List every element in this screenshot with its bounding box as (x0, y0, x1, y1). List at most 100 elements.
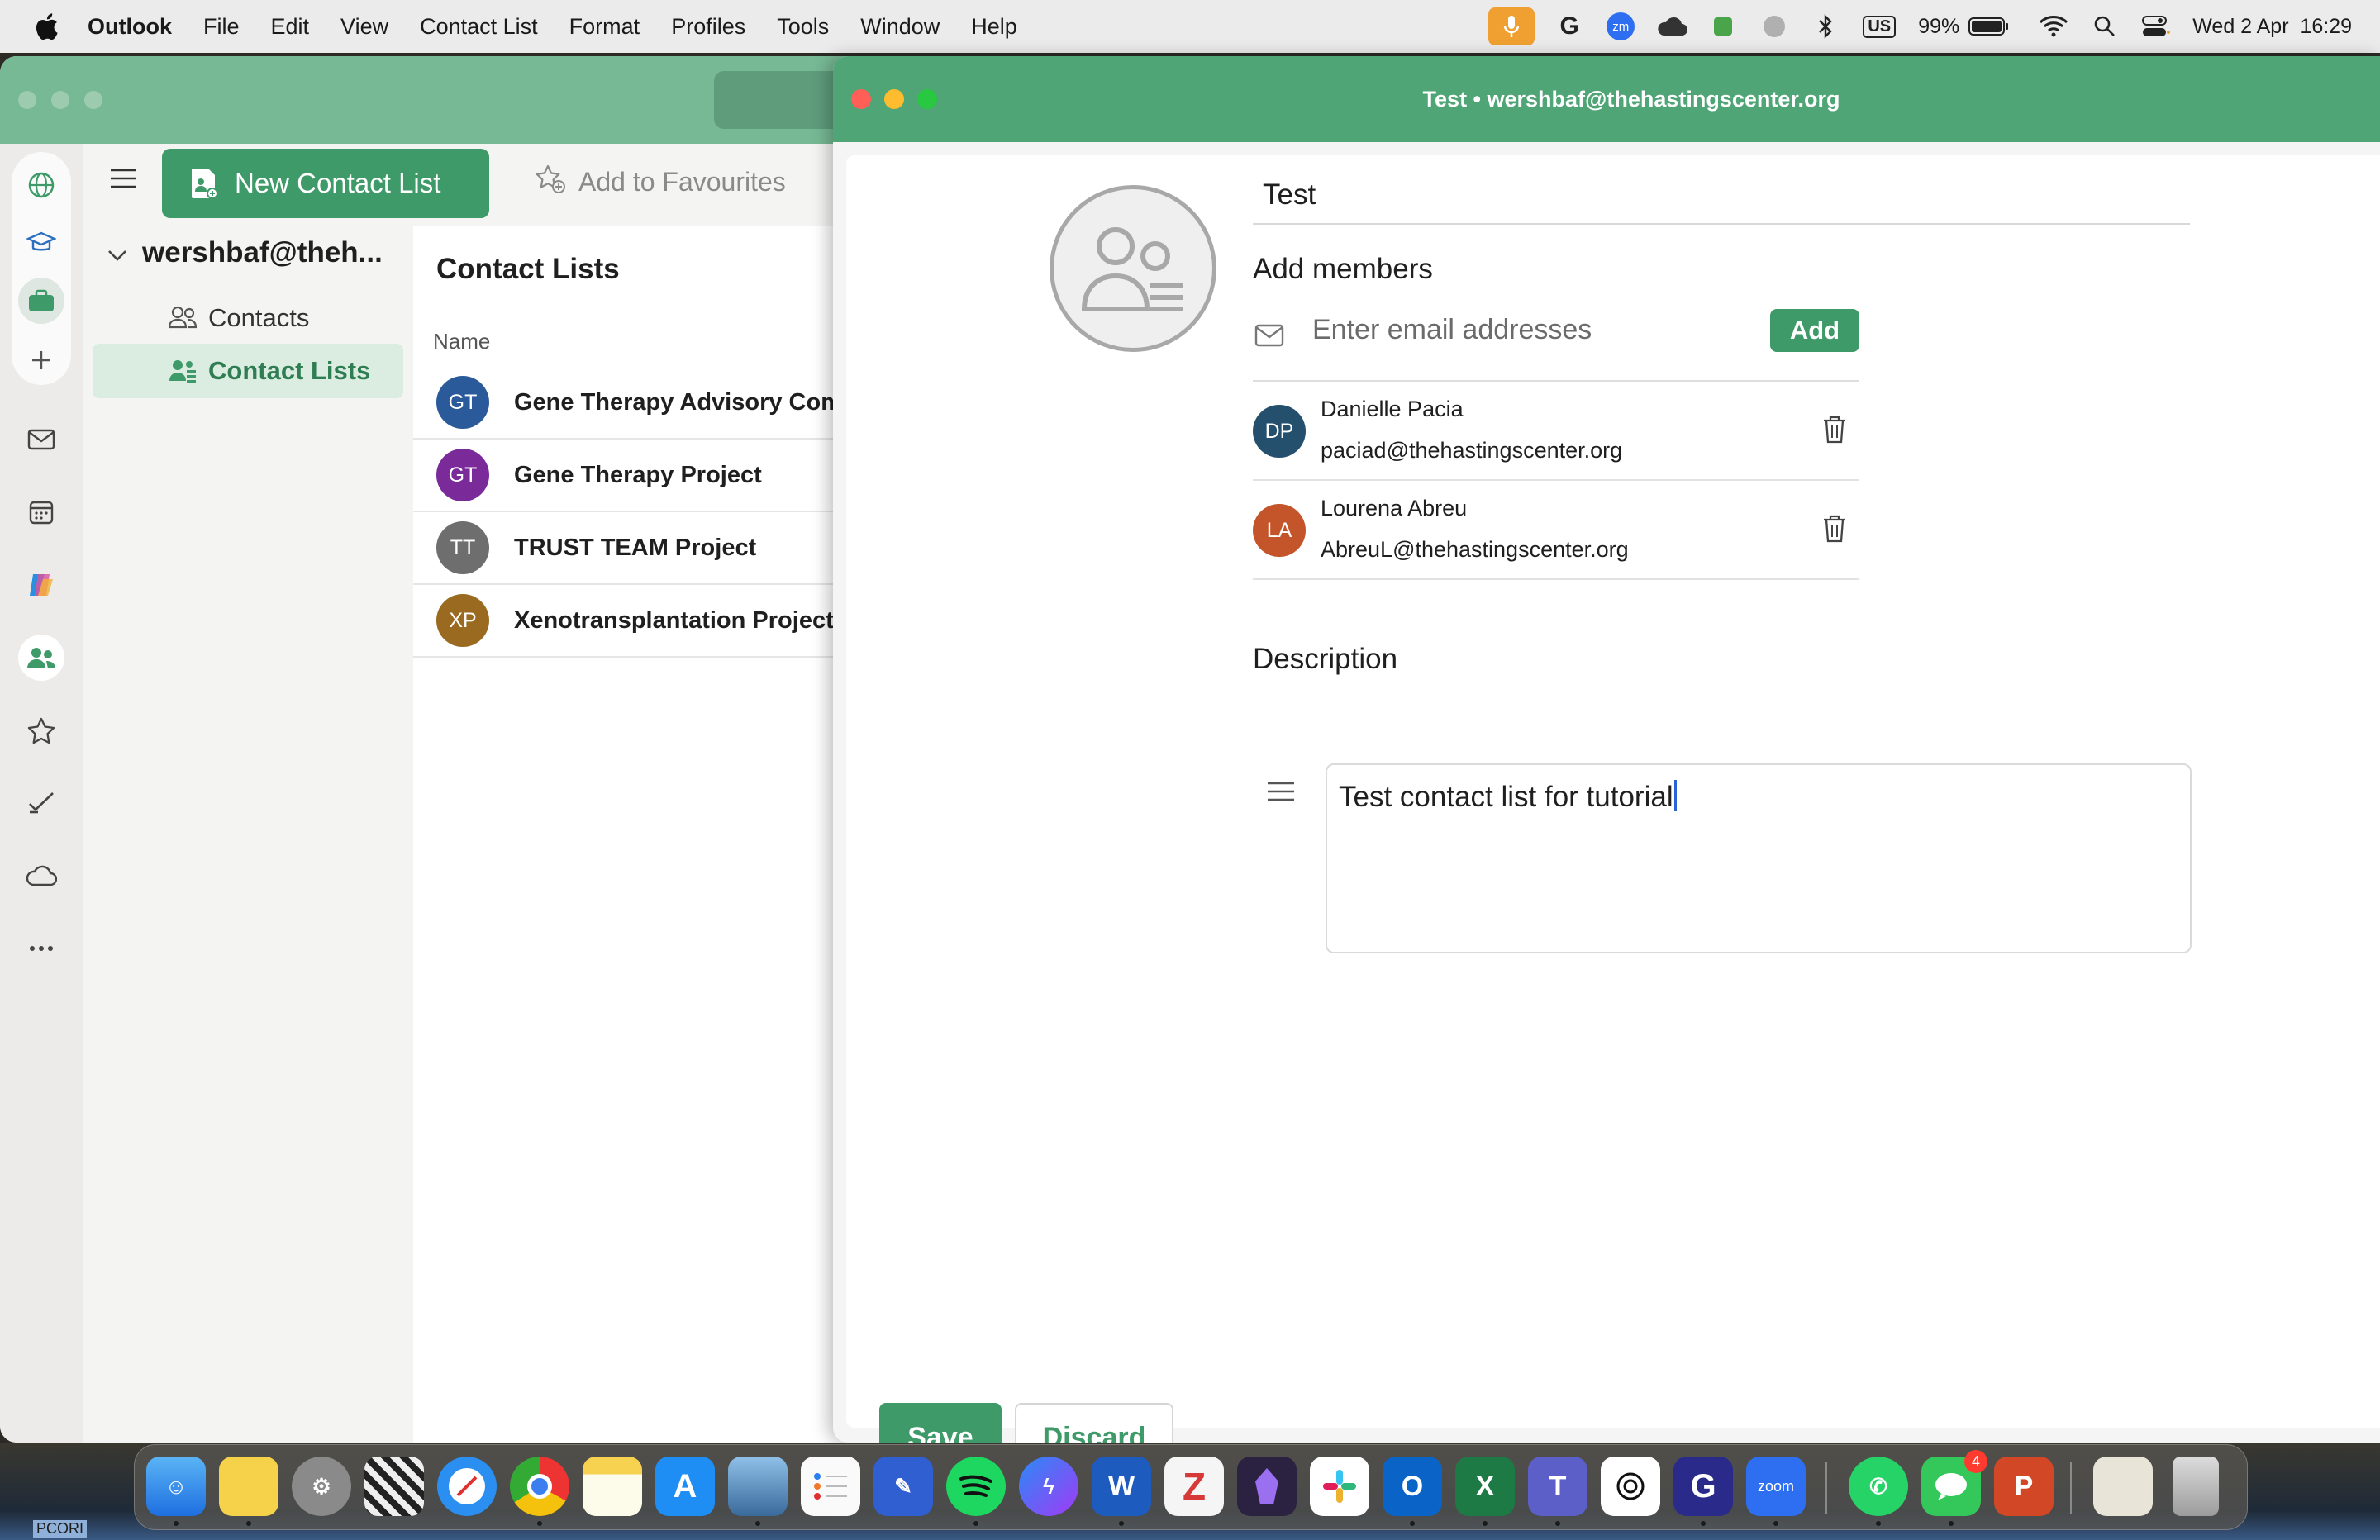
email-address-input[interactable]: Enter email addresses (1312, 314, 1592, 346)
member-email: AbreuL@thehastingscenter.org (1321, 537, 1629, 562)
list-item[interactable]: GT Gene Therapy Project (413, 440, 851, 512)
member-name: Danielle Pacia (1321, 397, 1464, 421)
main-minimize-button[interactable] (51, 91, 69, 109)
editor-title-bar: Test • wershbaf@thehastingscenter.org (833, 56, 2380, 142)
notes-icon[interactable] (583, 1457, 642, 1516)
delete-member-trash-icon[interactable] (1821, 514, 1848, 548)
bluetooth-icon[interactable] (1809, 10, 1842, 43)
main-close-button[interactable] (18, 91, 36, 109)
list-name-input[interactable]: Test (1253, 167, 2190, 225)
menu-edit[interactable]: Edit (271, 14, 310, 40)
menu-file[interactable]: File (203, 14, 240, 40)
running-indicator (174, 1521, 178, 1526)
delete-member-trash-icon[interactable] (1821, 415, 1848, 449)
excel-icon[interactable]: X (1455, 1457, 1515, 1516)
dock-separator (2070, 1462, 2072, 1514)
pencil-app-icon[interactable]: ✎ (873, 1457, 933, 1516)
menu-contact-list[interactable]: Contact List (420, 14, 538, 40)
nav-item-contact-lists[interactable]: Contact Lists (93, 344, 403, 398)
list-item[interactable]: TT TRUST TEAM Project (413, 512, 851, 585)
wifi-icon[interactable] (2037, 10, 2070, 43)
whatsapp-icon[interactable]: ✆ (1849, 1457, 1908, 1516)
messages-icon[interactable]: 4 (1921, 1450, 1987, 1516)
column-header-name[interactable]: Name (433, 329, 490, 354)
contact-list-editor-window: Test • wershbaf@thehastingscenter.org Te… (833, 56, 2380, 1443)
add-member-button[interactable]: Add (1770, 309, 1859, 352)
discard-button[interactable]: Discard (1015, 1403, 1173, 1443)
contact-lists-icon (169, 359, 197, 390)
finder-icon[interactable]: ☺ (146, 1457, 206, 1516)
globe-account-icon[interactable] (18, 162, 64, 208)
globe-status-icon[interactable] (1758, 10, 1791, 43)
calendar-icon[interactable] (18, 489, 64, 535)
add-to-favourites-button[interactable]: Add to Favourites (534, 164, 786, 200)
new-contact-list-button[interactable]: New Contact List (162, 149, 489, 218)
tasks-check-icon[interactable] (18, 780, 64, 826)
menu-view[interactable]: View (340, 14, 388, 40)
chess-icon[interactable] (364, 1457, 424, 1516)
copilot-icon[interactable] (18, 562, 64, 608)
cloud-icon[interactable] (1655, 10, 1688, 43)
teams-icon[interactable]: T (1528, 1457, 1587, 1516)
grammarly-icon[interactable]: G (1553, 10, 1586, 43)
onedrive-cloud-icon[interactable] (18, 853, 64, 899)
slack-icon[interactable] (1310, 1457, 1369, 1516)
app-store-icon[interactable]: A (655, 1457, 715, 1516)
battery-icon[interactable] (1966, 10, 2012, 43)
list-item[interactable]: XP Xenotransplantation Project (413, 585, 851, 658)
safari-icon[interactable] (437, 1457, 497, 1516)
microphone-icon[interactable] (1488, 7, 1535, 45)
stickies-icon[interactable] (219, 1457, 278, 1516)
people-icon[interactable] (18, 635, 64, 681)
downloads-stack-icon[interactable] (2093, 1457, 2153, 1516)
dock: ☺ ⚙ A ✎ ϟ W Z O X T G zoom ✆ 4 P (134, 1444, 2248, 1530)
chatgpt-icon[interactable] (1601, 1457, 1660, 1516)
control-center-icon[interactable] (2140, 10, 2173, 43)
outlook-dock-icon[interactable]: O (1383, 1457, 1442, 1516)
favourites-star-icon[interactable] (18, 707, 64, 753)
messenger-icon[interactable]: ϟ (1019, 1457, 1078, 1516)
obsidian-icon[interactable] (1237, 1457, 1297, 1516)
text-lines-icon (1266, 780, 1296, 807)
hamburger-menu-icon[interactable] (109, 167, 137, 194)
spotlight-search-icon[interactable] (2088, 10, 2121, 43)
desktop-folder-label[interactable]: PCORI (33, 1520, 88, 1538)
menu-help[interactable]: Help (971, 14, 1017, 40)
menu-profiles[interactable]: Profiles (671, 14, 745, 40)
menu-window[interactable]: Window (860, 14, 940, 40)
menu-tools[interactable]: Tools (777, 14, 829, 40)
menu-format[interactable]: Format (569, 14, 640, 40)
powerpoint-icon[interactable]: P (1994, 1457, 2054, 1516)
zotero-icon[interactable]: Z (1164, 1457, 1224, 1516)
preview-icon[interactable] (728, 1457, 788, 1516)
grammarly-dock-icon[interactable]: G (1673, 1457, 1733, 1516)
nav-item-contacts[interactable]: Contacts (93, 291, 403, 345)
trash-icon[interactable] (2173, 1457, 2219, 1516)
mail-icon[interactable] (18, 416, 64, 463)
system-settings-icon[interactable]: ⚙ (292, 1457, 351, 1516)
save-button[interactable]: Save (879, 1403, 1002, 1443)
menu-app-name[interactable]: Outlook (88, 14, 172, 40)
zoom-dock-icon[interactable]: zoom (1746, 1457, 1806, 1516)
zoom-status-icon[interactable]: zm (1604, 10, 1637, 43)
more-apps-icon[interactable] (18, 925, 64, 972)
reminders-icon[interactable] (801, 1457, 860, 1516)
add-account-icon[interactable] (18, 337, 64, 383)
clock-datetime[interactable]: Wed 2 Apr 16:29 (2192, 15, 2352, 39)
account-folder[interactable]: wershbaf@theh... (107, 236, 383, 269)
avatar: LA (1253, 504, 1306, 557)
word-icon[interactable]: W (1092, 1457, 1151, 1516)
list-item[interactable]: GT Gene Therapy Advisory Committee (413, 367, 851, 440)
keyboard-input-icon[interactable]: US (1860, 10, 1898, 43)
spotify-icon[interactable] (946, 1457, 1006, 1516)
description-textarea[interactable]: Test contact list for tutorial (1326, 763, 2192, 953)
main-zoom-button[interactable] (84, 91, 102, 109)
chevron-down-icon[interactable] (107, 236, 127, 269)
group-avatar-icon[interactable] (1050, 185, 1216, 352)
evernote-icon[interactable] (1706, 10, 1740, 43)
search-box[interactable] (714, 71, 851, 129)
apple-menu-icon[interactable] (31, 12, 61, 41)
graduation-cap-account-icon[interactable] (18, 220, 64, 266)
briefcase-account-icon[interactable] (18, 278, 64, 324)
chrome-icon[interactable] (510, 1457, 569, 1516)
